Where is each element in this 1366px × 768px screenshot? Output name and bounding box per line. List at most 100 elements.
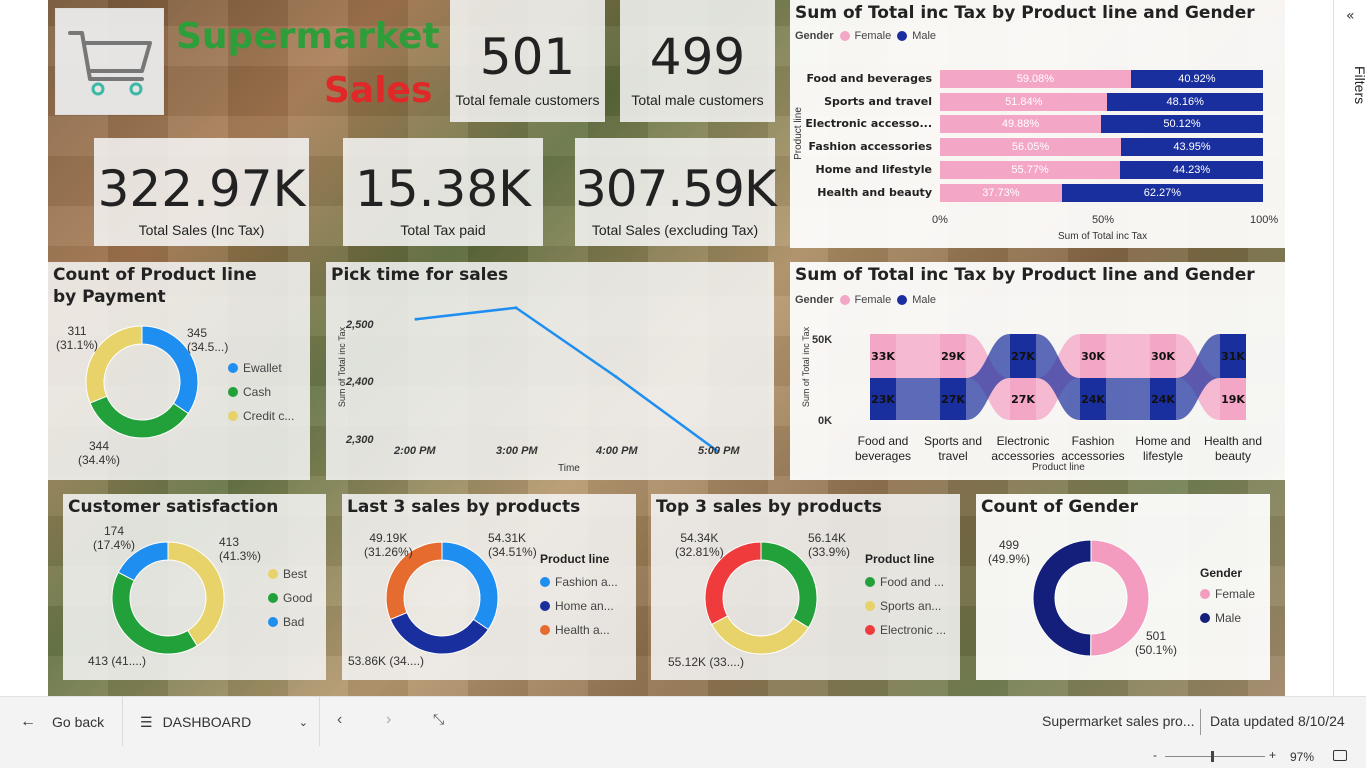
page-selector[interactable]: ☰ DASHBOARD ⌄ bbox=[140, 697, 308, 747]
donut-slice-best[interactable] bbox=[167, 541, 225, 647]
satisfaction-visual[interactable]: Customer satisfaction 413 (41.3%) 413 (41… bbox=[63, 494, 326, 680]
annot-line1: 174 bbox=[104, 524, 125, 538]
title-line-2: Sales bbox=[324, 70, 433, 111]
sports-dot-icon bbox=[865, 601, 875, 611]
go-back-button[interactable]: ← Go back bbox=[20, 697, 104, 747]
fashion-dot-icon bbox=[540, 577, 550, 587]
status-bar: - + 97% bbox=[0, 746, 1366, 768]
annot-line1: 55.12K (33....) bbox=[668, 655, 745, 669]
tick-0: 0% bbox=[932, 214, 948, 226]
fullscreen-icon[interactable]: ⤡ bbox=[433, 711, 444, 728]
bar-segment-male[interactable]: 44.23% bbox=[1120, 160, 1263, 179]
annot-line1: 501 bbox=[1146, 629, 1167, 643]
collapse-chevron-icon[interactable]: « bbox=[1346, 8, 1355, 24]
line-series[interactable] bbox=[415, 306, 719, 453]
sat-annot-best: 413 (41.3%) bbox=[219, 535, 261, 563]
bar-row[interactable]: 59.08% 40.92% bbox=[940, 70, 1263, 88]
bar-segment-female[interactable]: 59.08% bbox=[940, 70, 1131, 88]
bar-row[interactable]: 51.84% 48.16% bbox=[940, 92, 1263, 111]
page-name: DASHBOARD bbox=[162, 714, 252, 730]
bar-segment-male[interactable]: 48.16% bbox=[1107, 92, 1263, 111]
ribbon-ytick-50k: 50K bbox=[812, 334, 833, 346]
legend-food: Food and ... bbox=[880, 575, 945, 589]
gender-visual[interactable]: Count of Gender 499 (49.9%) 501 (50.1%) Ge… bbox=[976, 494, 1270, 680]
bar-row[interactable]: 56.05% 43.95% bbox=[940, 138, 1263, 157]
donut-slice-sports-an-[interactable] bbox=[710, 615, 810, 655]
annot-line1: 344 bbox=[89, 439, 110, 453]
bar-segment-female[interactable]: 56.05% bbox=[940, 138, 1122, 157]
dashboard-title: Supermarket Sales bbox=[168, 6, 440, 118]
top3-visual[interactable]: Top 3 sales by products 56.14K (33.9%) 55… bbox=[651, 494, 960, 680]
fit-page-icon[interactable] bbox=[1333, 750, 1347, 761]
legend-female: Female bbox=[1215, 587, 1256, 601]
tick-100: 100% bbox=[1250, 214, 1279, 226]
annot-line2: (31.1%) bbox=[56, 338, 99, 352]
ribbon-male[interactable] bbox=[896, 378, 940, 420]
legend-electronic: Electronic ... bbox=[880, 623, 947, 637]
bar-segment-male[interactable]: 43.95% bbox=[1121, 138, 1263, 157]
zoom-slider-thumb[interactable] bbox=[1211, 751, 1214, 762]
ribbon-category-label: Home and lifestyle bbox=[1135, 434, 1191, 463]
ribbon-visual[interactable]: Sum of Total inc Tax by Product line and… bbox=[790, 262, 1285, 480]
ribbon-male[interactable] bbox=[1106, 378, 1150, 420]
kpi-female-card: 501 Total female customers bbox=[450, 0, 605, 122]
prev-page-button[interactable]: ‹ bbox=[337, 711, 342, 729]
filters-label[interactable]: Filters bbox=[1352, 66, 1366, 114]
annot-line2: (34.5...) bbox=[187, 340, 229, 354]
ribbon-category-label: Sports and travel bbox=[923, 434, 983, 463]
tick-50: 50% bbox=[1092, 214, 1115, 226]
kpi-male-card: 499 Total male customers bbox=[620, 0, 775, 122]
annot-line1: 413 bbox=[219, 535, 240, 549]
kpi-sales-ex-tax-card: 307.59K Total Sales (excluding Tax) bbox=[575, 138, 777, 246]
ewallet-dot-icon bbox=[228, 363, 238, 373]
bar-category-label: Food and beverages bbox=[806, 72, 932, 85]
line-point[interactable] bbox=[514, 306, 518, 310]
bar-segment-male[interactable]: 40.92% bbox=[1130, 70, 1263, 88]
zoom-out-button[interactable]: - bbox=[1153, 748, 1157, 762]
bar-row[interactable]: 49.88% 50.12% bbox=[940, 115, 1263, 134]
food-dot-icon bbox=[865, 577, 875, 587]
line-chart-xtick-2: 4:00 PM bbox=[596, 445, 638, 457]
credit-dot-icon bbox=[228, 411, 238, 421]
bar-segment-female[interactable]: 51.84% bbox=[940, 92, 1108, 111]
cash-dot-icon bbox=[228, 387, 238, 397]
best-dot-icon bbox=[268, 569, 278, 579]
bar-segment-female[interactable]: 55.77% bbox=[940, 160, 1121, 179]
donut-slice-male[interactable] bbox=[1032, 539, 1092, 657]
bar-category-label: Fashion accessories bbox=[808, 140, 932, 154]
stacked-bar-visual[interactable]: Sum of Total inc Tax by Product line and… bbox=[790, 0, 1285, 248]
ribbon-female[interactable] bbox=[1106, 334, 1150, 378]
filters-pane[interactable]: « Filters bbox=[1333, 0, 1366, 696]
next-page-button[interactable]: › bbox=[386, 711, 391, 729]
bar-row[interactable]: 37.73% 62.27% bbox=[940, 183, 1263, 202]
zoom-slider[interactable] bbox=[1165, 751, 1265, 762]
chevron-down-icon: ⌄ bbox=[298, 716, 308, 729]
line-chart-ytick-1: 2,400 bbox=[346, 376, 374, 388]
line-point[interactable] bbox=[414, 317, 418, 321]
divider bbox=[1200, 709, 1201, 735]
bar-row[interactable]: 55.77% 44.23% bbox=[940, 160, 1263, 179]
annot-line2: (34.51%) bbox=[488, 545, 537, 559]
last3-visual[interactable]: Last 3 sales by products 54.31K (34.51%) … bbox=[342, 494, 636, 680]
report-name: Supermarket sales pro... bbox=[1042, 713, 1195, 729]
line-point[interactable] bbox=[614, 375, 618, 379]
bar-category-label: Sports and travel bbox=[824, 94, 932, 108]
ribbon-category-label: Health and beauty bbox=[1203, 434, 1263, 463]
bar-segment-female[interactable]: 49.88% bbox=[940, 115, 1102, 134]
good-dot-icon bbox=[268, 593, 278, 603]
data-updated: Data updated 8/10/24 bbox=[1210, 713, 1345, 729]
kpi-sales-ex-tax-value: 307.59K bbox=[575, 160, 777, 218]
ribbon-female[interactable] bbox=[896, 334, 940, 378]
bar-segment-male[interactable]: 62.27% bbox=[1061, 183, 1263, 202]
payment-visual[interactable]: Count of Product line by Payment 345 (34.… bbox=[48, 262, 310, 480]
bar-segment-male[interactable]: 50.12% bbox=[1101, 115, 1263, 134]
kpi-sales-inc-tax-value: 322.97K bbox=[97, 160, 306, 218]
donut-slice-good[interactable] bbox=[111, 571, 198, 655]
female-dot-icon bbox=[1200, 589, 1210, 599]
bar-segment-female[interactable]: 37.73% bbox=[940, 183, 1062, 202]
line-chart-visual[interactable]: Pick time for sales Sum of Total inc Tax… bbox=[326, 262, 774, 480]
kpi-male-value: 499 bbox=[649, 28, 746, 86]
annot-line1: 54.34K bbox=[680, 531, 719, 545]
payment-annot-cash: 344 (34.4%) bbox=[78, 439, 120, 467]
zoom-in-button[interactable]: + bbox=[1269, 748, 1276, 762]
